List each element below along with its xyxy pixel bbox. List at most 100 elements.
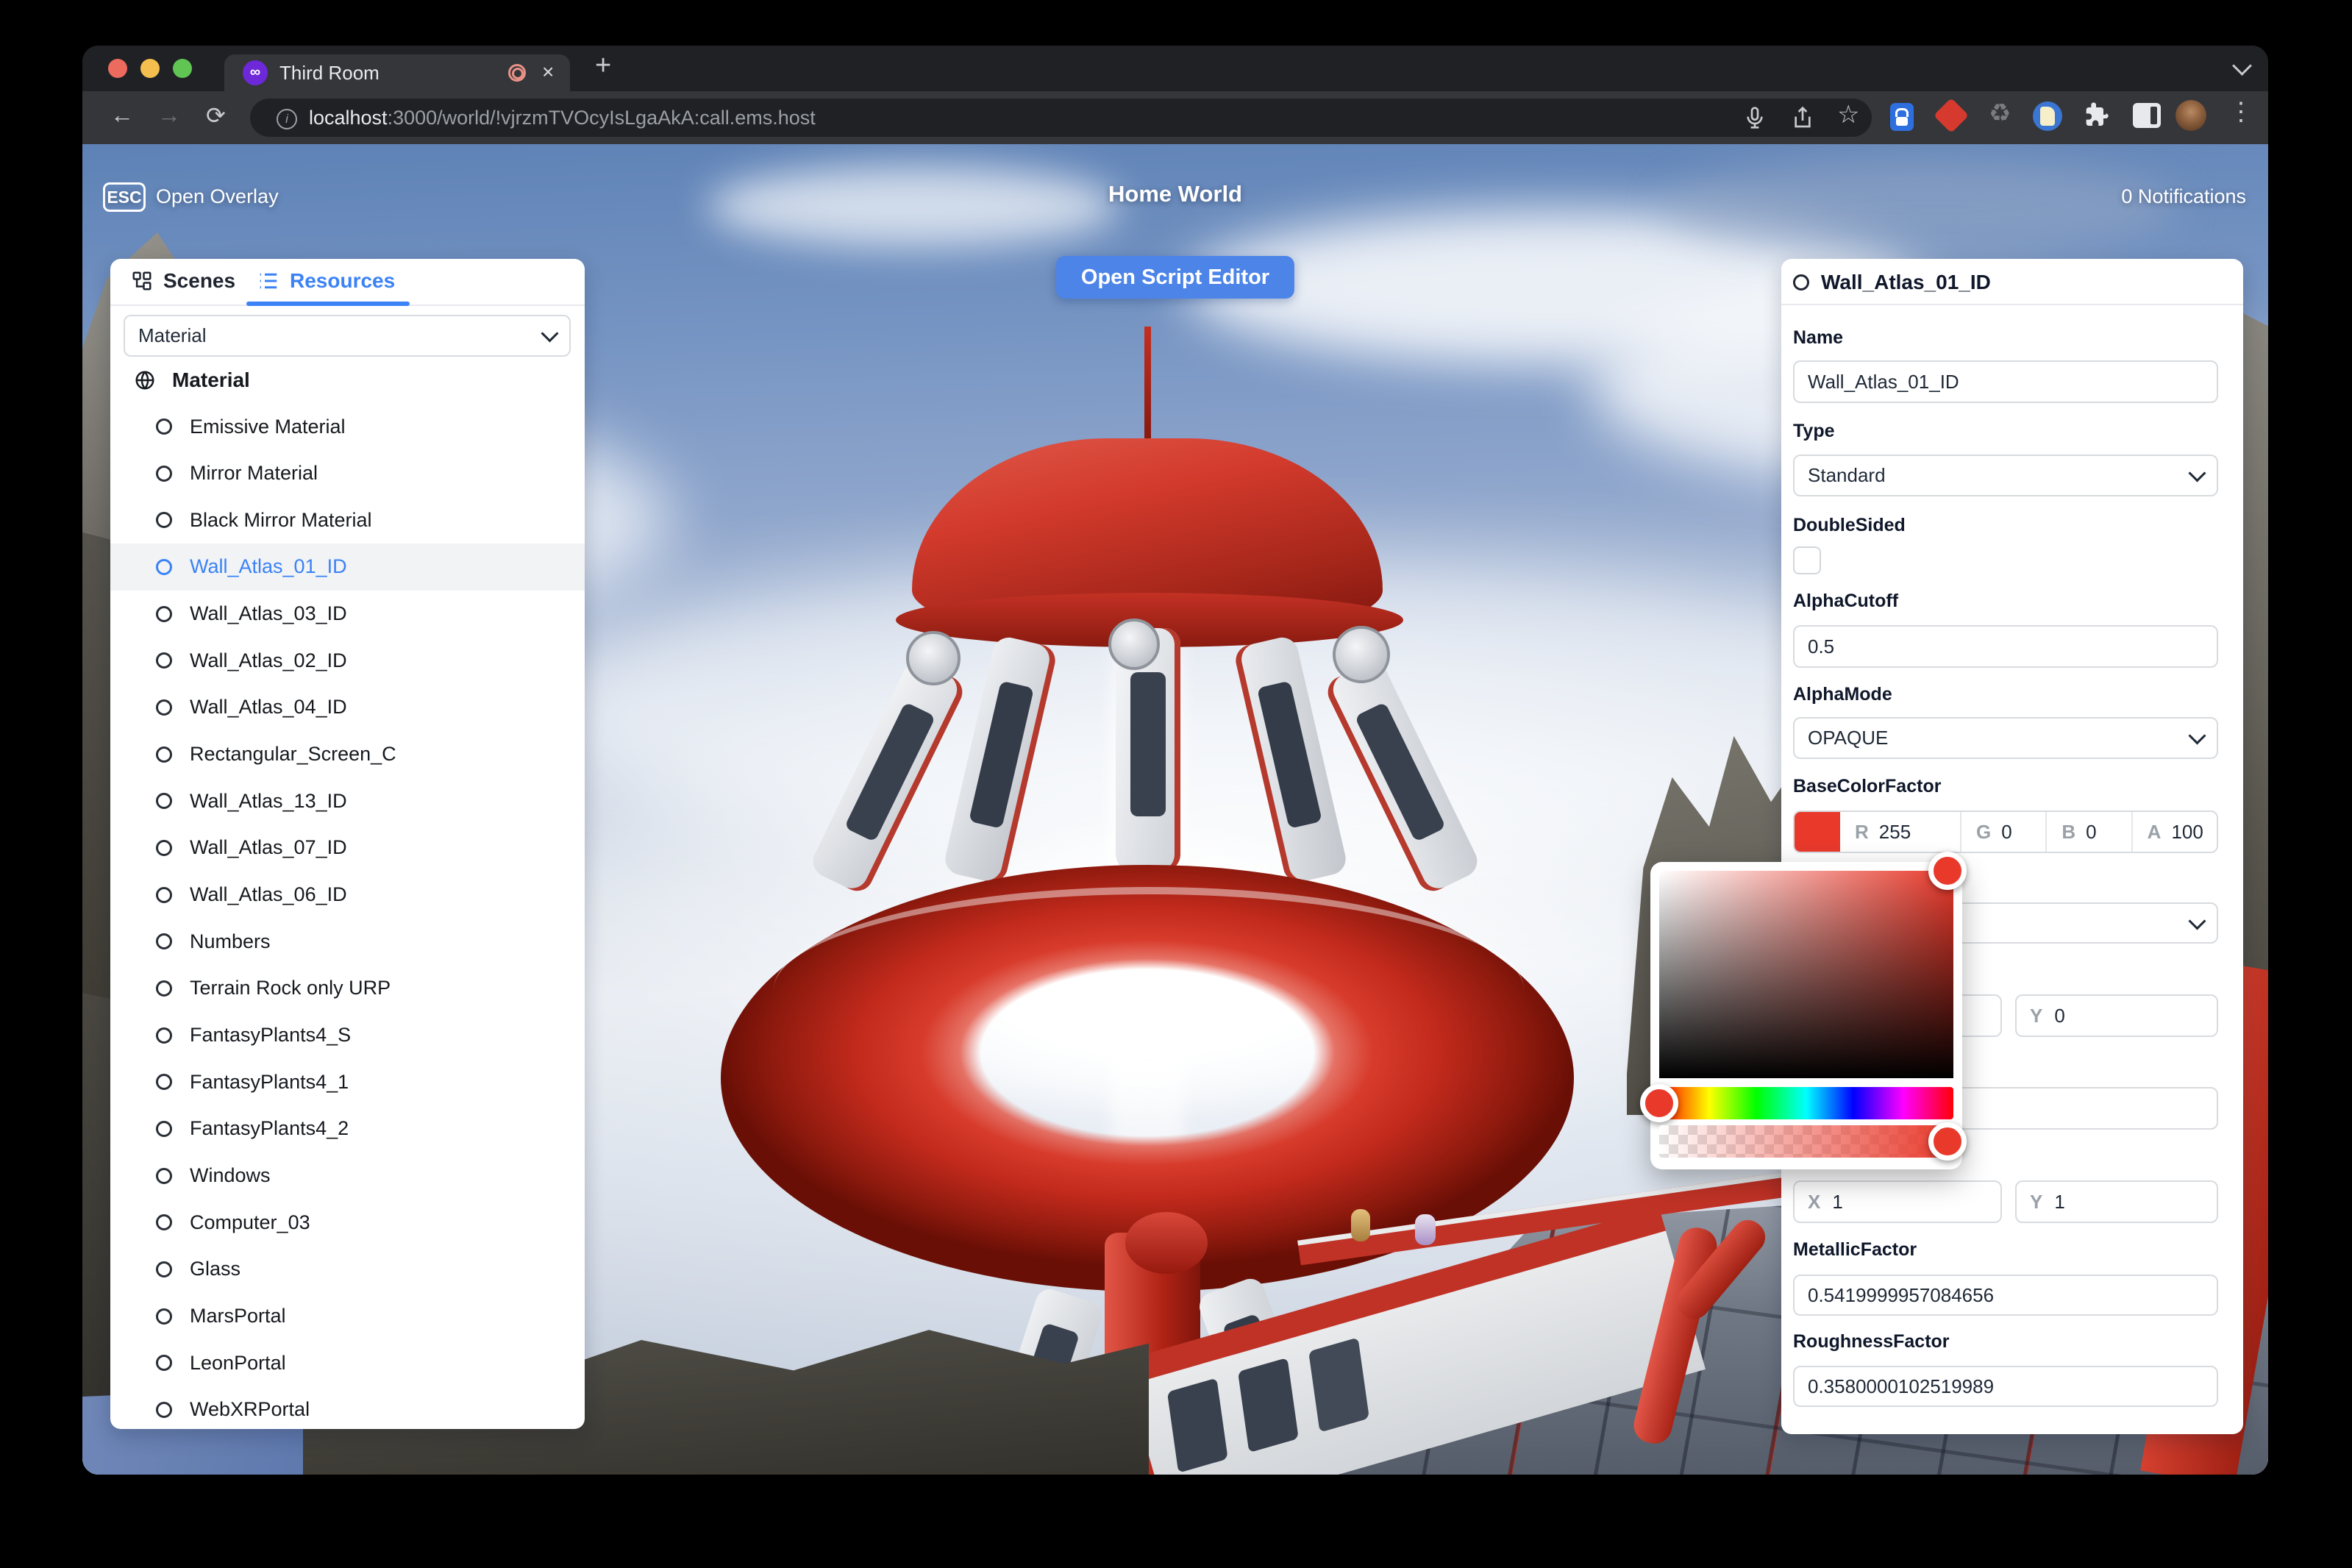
basecolorfactor-label: BaseColorFactor xyxy=(1793,776,1941,797)
doublesided-label: DoubleSided xyxy=(1793,515,1906,536)
name-value: Wall_Atlas_01_ID xyxy=(1808,371,1959,393)
forward-icon[interactable]: → xyxy=(157,101,181,129)
close-window-button[interactable] xyxy=(108,59,127,78)
material-list-item[interactable]: Terrain Rock only URP xyxy=(110,965,585,1012)
roughnessfactor-value: 0.3580000102519989 xyxy=(1808,1375,1994,1398)
recycle-ext-icon[interactable]: ♻ xyxy=(1989,99,2011,128)
scale-y-value: 1 xyxy=(2054,1191,2064,1214)
devtools-ext-icon[interactable] xyxy=(1934,98,1969,133)
alphamode-label: AlphaMode xyxy=(1793,684,1892,705)
tab-search-chevron-icon[interactable] xyxy=(2232,56,2252,76)
basecolorfactor-row: R255G0B0A100 xyxy=(1793,810,2218,853)
scale-x-key: X xyxy=(1808,1191,1820,1214)
type-label: Type xyxy=(1793,421,1835,442)
side-panel-icon[interactable] xyxy=(2133,103,2161,128)
saturation-thumb[interactable] xyxy=(1928,852,1967,890)
material-list-item[interactable]: Wall_Atlas_06_ID xyxy=(110,872,585,919)
material-item-label: Numbers xyxy=(190,930,271,953)
material-list-item[interactable]: Wall_Atlas_01_ID xyxy=(110,544,585,591)
scale-y-input[interactable]: Y1 xyxy=(2015,1180,2218,1223)
material-list-item[interactable]: Emissive Material xyxy=(110,403,585,450)
browser-toolbar: ← → ⟳ i localhost:3000/world/!vjrzmTVOcy… xyxy=(82,91,2268,144)
scene-character xyxy=(1415,1214,1436,1245)
material-list-item[interactable]: Glass xyxy=(110,1246,585,1293)
material-list-item[interactable]: FantasyPlants4_2 xyxy=(110,1105,585,1152)
material-list-item[interactable]: FantasyPlants4_S xyxy=(110,1012,585,1059)
offset-y-input[interactable]: Y0 xyxy=(2015,994,2218,1037)
browser-menu-icon[interactable]: ⋮ xyxy=(2228,97,2253,126)
material-list-item[interactable]: WebXRPortal xyxy=(110,1386,585,1429)
material-list-item[interactable]: FantasyPlants4_1 xyxy=(110,1058,585,1105)
url-bar[interactable]: i localhost:3000/world/!vjrzmTVOcyIsLgaA… xyxy=(250,99,1872,137)
material-ring-icon xyxy=(156,559,172,575)
material-item-label: Wall_Atlas_07_ID xyxy=(190,836,347,859)
chevron-down-icon xyxy=(2188,912,2206,930)
open-script-editor-button[interactable]: Open Script Editor xyxy=(1056,256,1294,299)
tab-close-icon[interactable]: × xyxy=(542,54,554,90)
material-list-item[interactable]: Wall_Atlas_02_ID xyxy=(110,637,585,684)
chevron-down-icon xyxy=(2188,727,2206,744)
name-label: Name xyxy=(1793,327,1843,349)
open-script-editor-label: Open Script Editor xyxy=(1081,266,1269,290)
material-list-item[interactable]: Wall_Atlas_03_ID xyxy=(110,591,585,638)
channel-g-input[interactable]: G0 xyxy=(1960,812,2045,852)
channel-a-input[interactable]: A100 xyxy=(2131,812,2217,852)
material-list-item[interactable]: Rectangular_Screen_C xyxy=(110,731,585,778)
channel-b-input[interactable]: B0 xyxy=(2045,812,2131,852)
info-icon[interactable]: i xyxy=(277,109,297,129)
mic-icon[interactable] xyxy=(1743,106,1767,129)
material-item-label: Wall_Atlas_01_ID xyxy=(190,555,347,578)
material-item-label: Wall_Atlas_04_ID xyxy=(190,696,347,719)
scale-x-input[interactable]: X1 xyxy=(1793,1180,2002,1223)
tab-title: Third Room xyxy=(279,54,379,91)
name-input[interactable]: Wall_Atlas_01_ID xyxy=(1793,360,2218,403)
material-list-item[interactable]: LeonPortal xyxy=(110,1339,585,1386)
material-item-label: Windows xyxy=(190,1164,271,1187)
resources-panel: Scenes Resources Material Material Emiss… xyxy=(110,259,585,1429)
reload-icon[interactable]: ⟳ xyxy=(206,101,226,129)
new-tab-button[interactable]: + xyxy=(595,50,611,82)
bookmark-star-icon[interactable]: ☆ xyxy=(1837,100,1859,129)
alphamode-select[interactable]: OPAQUE xyxy=(1793,717,2218,759)
hue-thumb[interactable] xyxy=(1640,1084,1678,1122)
color-picker xyxy=(1650,862,1962,1169)
world-viewport[interactable]: ESC Open Overlay Home World 0 Notificati… xyxy=(82,144,2268,1475)
basecolor-swatch[interactable] xyxy=(1795,812,1840,852)
minimize-window-button[interactable] xyxy=(140,59,160,78)
material-ring-icon xyxy=(156,1402,172,1418)
metallicfactor-input[interactable]: 0.5419999957084656 xyxy=(1793,1275,2218,1316)
alphacutoff-value: 0.5 xyxy=(1808,635,1834,658)
alphacutoff-input[interactable]: 0.5 xyxy=(1793,625,2218,668)
password-manager-ext-icon[interactable] xyxy=(1890,103,1914,131)
share-icon[interactable] xyxy=(1791,106,1814,129)
extensions-puzzle-icon[interactable] xyxy=(2081,100,2111,129)
material-list-item[interactable]: Computer_03 xyxy=(110,1199,585,1246)
metallicfactor-value: 0.5419999957084656 xyxy=(1808,1284,1994,1307)
material-list-item[interactable]: Numbers xyxy=(110,918,585,965)
material-list-item[interactable]: Windows xyxy=(110,1152,585,1200)
back-icon[interactable]: ← xyxy=(110,101,134,129)
offset-y-key: Y xyxy=(2030,1005,2042,1027)
material-list-item[interactable]: Wall_Atlas_07_ID xyxy=(110,824,585,872)
material-list-item[interactable]: Black Mirror Material xyxy=(110,496,585,544)
roughnessfactor-input[interactable]: 0.3580000102519989 xyxy=(1793,1366,2218,1407)
scale-y-key: Y xyxy=(2030,1191,2042,1214)
reader-ext-icon[interactable] xyxy=(2033,101,2062,131)
zoom-window-button[interactable] xyxy=(173,59,192,78)
material-item-label: Computer_03 xyxy=(190,1211,310,1234)
alpha-slider[interactable] xyxy=(1659,1125,1953,1158)
type-select[interactable]: Standard xyxy=(1793,455,2218,496)
doublesided-checkbox[interactable] xyxy=(1793,546,1821,574)
alpha-thumb[interactable] xyxy=(1928,1122,1967,1161)
channel-r-input[interactable]: R255 xyxy=(1840,812,1960,852)
material-list-item[interactable]: Wall_Atlas_13_ID xyxy=(110,777,585,824)
profile-avatar[interactable] xyxy=(2175,100,2206,131)
material-list-item[interactable]: MarsPortal xyxy=(110,1293,585,1340)
hue-slider[interactable] xyxy=(1659,1087,1953,1119)
notifications-label[interactable]: 0 Notifications xyxy=(2121,185,2246,208)
material-list-item[interactable]: Mirror Material xyxy=(110,450,585,497)
scale-x-value: 1 xyxy=(1832,1191,1842,1214)
saturation-area[interactable] xyxy=(1659,871,1953,1078)
material-list-item[interactable]: Wall_Atlas_04_ID xyxy=(110,684,585,731)
browser-tab[interactable]: ∞ Third Room × xyxy=(224,54,570,91)
